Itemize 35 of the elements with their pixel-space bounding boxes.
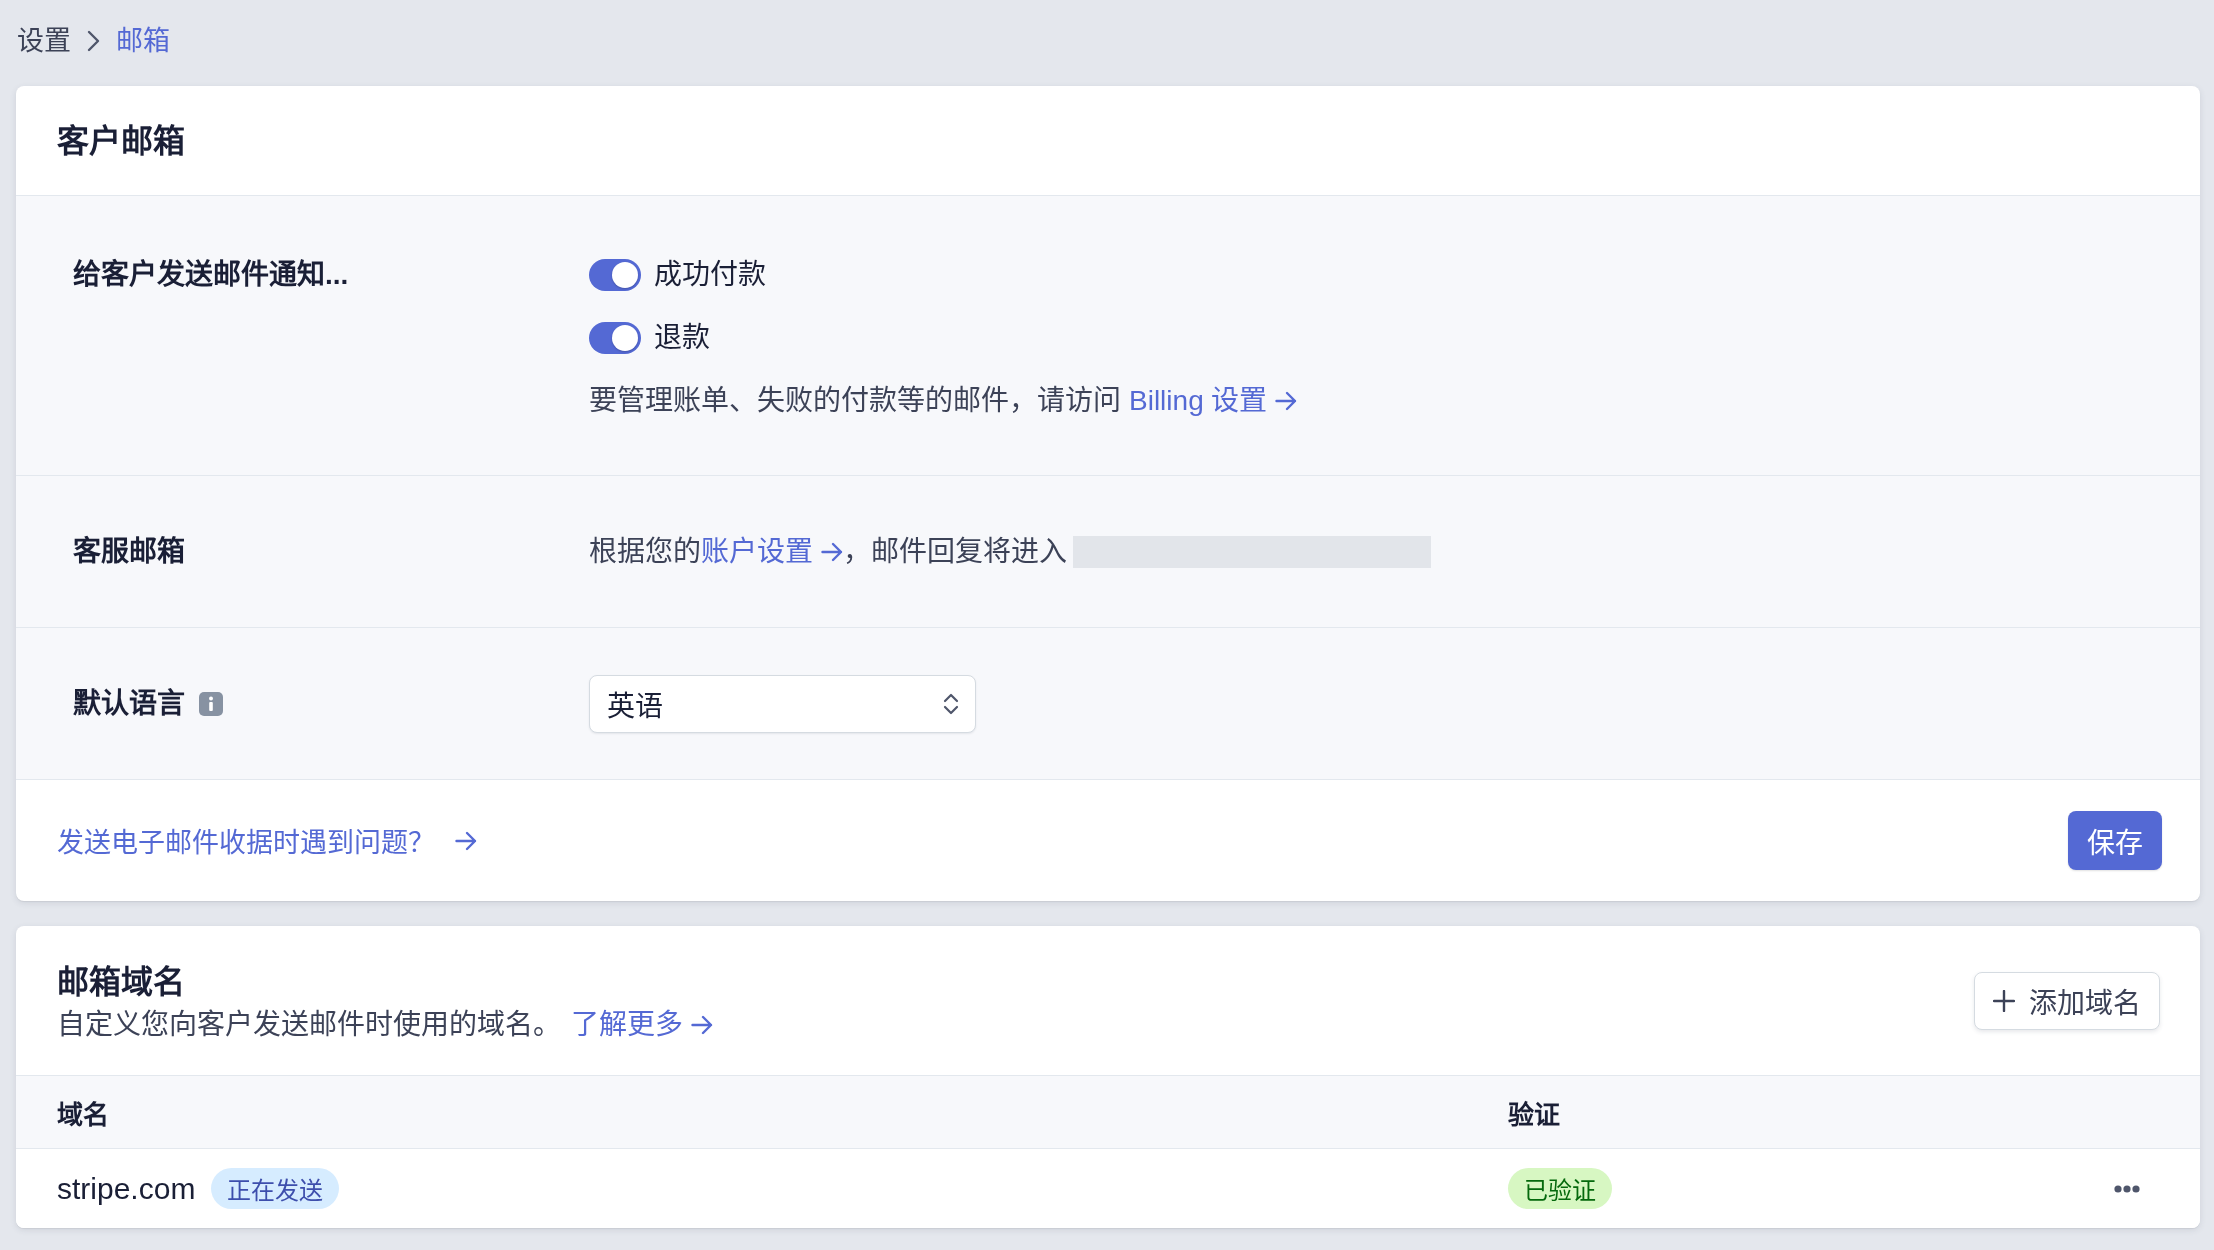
column-header: 域名 xyxy=(57,1098,109,1131)
billing-note: 要管理账单、失败的付款等的邮件，请访问 Billing 设置 xyxy=(589,379,1298,423)
more-icon[interactable] xyxy=(2114,1184,2140,1193)
arrow-right-icon xyxy=(1275,390,1298,412)
info-icon xyxy=(199,691,223,716)
breadcrumb-link[interactable]: 邮箱 xyxy=(116,22,170,60)
card-title: 邮箱域名 xyxy=(57,962,185,1002)
setting-label: 给客户发送邮件通知... xyxy=(73,258,349,292)
account-settings-link[interactable]: 账户设置 xyxy=(701,529,843,574)
toggle-label: 成功付款 xyxy=(654,258,766,292)
billing-settings-link[interactable]: Billing 设置 xyxy=(1129,379,1298,423)
help-link[interactable]: 发送电子邮件收据时遇到问题？ xyxy=(57,821,477,860)
domain-name: stripe.com xyxy=(57,1171,196,1206)
plus-icon xyxy=(1993,989,2015,1012)
setting-label: 默认语言 xyxy=(73,686,185,721)
language-select[interactable]: 英语 xyxy=(589,674,976,733)
column-header: 验证 xyxy=(1508,1098,1560,1131)
breadcrumb-link[interactable]: 设置 xyxy=(17,22,71,60)
toggle-label: 退款 xyxy=(654,321,710,355)
arrow-right-icon xyxy=(821,540,843,563)
toggle-switch[interactable] xyxy=(589,259,641,291)
add-domain-button[interactable]: 添加域名 xyxy=(1974,971,2160,1030)
card-description: 自定义您向客户发送邮件时使用的域名。 了解更多 xyxy=(57,1004,713,1045)
arrow-right-icon xyxy=(691,1013,713,1036)
learn-more-link[interactable]: 了解更多 xyxy=(571,1004,713,1045)
setting-label: 客服邮箱 xyxy=(73,534,185,569)
support-email-note: 根据您的账户设置 ，邮件回复将进入 xyxy=(589,529,1431,574)
card-title: 客户邮箱 xyxy=(57,121,185,161)
chevron-right-icon xyxy=(87,30,100,52)
save-button[interactable]: 保存 xyxy=(2068,811,2162,870)
chevron-up-down-icon xyxy=(943,691,959,716)
verification-badge: 已验证 xyxy=(1508,1168,1612,1209)
arrow-right-icon xyxy=(455,829,477,852)
toggle-switch[interactable] xyxy=(589,322,641,354)
status-badge: 正在发送 xyxy=(211,1168,340,1209)
